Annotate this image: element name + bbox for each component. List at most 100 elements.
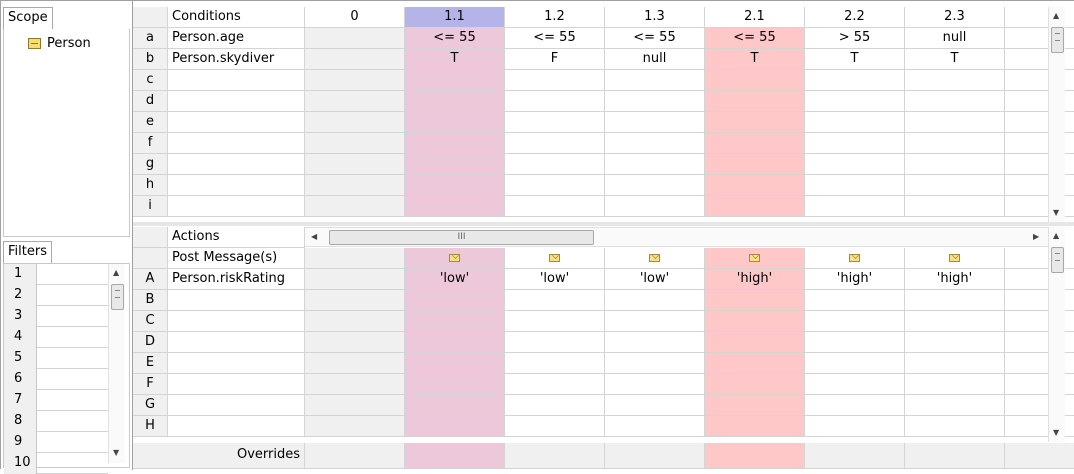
action-cell[interactable] [305, 416, 405, 437]
condition-label[interactable]: Person.skydiver [168, 49, 305, 70]
action-cell[interactable] [505, 311, 605, 332]
condition-cell[interactable] [405, 154, 505, 175]
condition-cell[interactable] [505, 70, 605, 91]
action-cell[interactable] [705, 311, 805, 332]
scroll-thumb[interactable] [1051, 247, 1064, 273]
column-header[interactable]: 1.3 [605, 7, 705, 28]
condition-cell[interactable] [805, 133, 905, 154]
condition-cell[interactable] [405, 70, 505, 91]
condition-cell[interactable] [505, 196, 605, 217]
action-cell[interactable] [605, 311, 705, 332]
condition-cell[interactable]: null [905, 28, 1005, 49]
action-label[interactable] [168, 416, 305, 437]
condition-cell[interactable] [305, 28, 405, 49]
action-cell[interactable] [905, 290, 1005, 311]
condition-cell[interactable] [305, 196, 405, 217]
condition-cell[interactable]: T [705, 49, 805, 70]
action-cell[interactable] [605, 416, 705, 437]
pane-divider[interactable] [133, 222, 1074, 226]
action-cell[interactable] [305, 395, 405, 416]
action-cell[interactable] [405, 395, 505, 416]
action-cell[interactable]: 'low' [405, 269, 505, 290]
condition-cell[interactable] [605, 175, 705, 196]
condition-cell[interactable]: null [605, 49, 705, 70]
column-header[interactable]: 0 [305, 7, 405, 28]
action-cell[interactable] [605, 332, 705, 353]
condition-cell[interactable] [605, 112, 705, 133]
action-cell[interactable] [705, 290, 805, 311]
filter-row[interactable]: 5 [4, 348, 108, 369]
action-cell[interactable] [605, 353, 705, 374]
filter-row[interactable]: 2 [4, 285, 108, 306]
condition-cell[interactable] [405, 196, 505, 217]
condition-cell[interactable] [805, 175, 905, 196]
override-cell[interactable] [805, 443, 905, 469]
action-cell[interactable] [605, 290, 705, 311]
condition-cell[interactable] [605, 196, 705, 217]
action-cell[interactable] [705, 374, 805, 395]
action-cell[interactable] [405, 374, 505, 395]
action-cell[interactable] [405, 332, 505, 353]
condition-cell[interactable] [705, 175, 805, 196]
action-cell[interactable] [405, 290, 505, 311]
action-cell[interactable] [505, 416, 605, 437]
condition-cell[interactable]: <= 55 [405, 28, 505, 49]
column-header[interactable]: 1.1 [405, 7, 505, 28]
condition-cell[interactable] [305, 175, 405, 196]
override-cell[interactable] [505, 443, 605, 469]
action-label[interactable] [168, 374, 305, 395]
condition-cell[interactable] [405, 175, 505, 196]
condition-cell[interactable] [905, 112, 1005, 133]
tab-scope[interactable]: Scope [3, 7, 53, 29]
scroll-down-icon[interactable]: ▼ [113, 448, 119, 457]
scroll-up-icon[interactable]: ▲ [113, 268, 119, 277]
action-cell[interactable] [305, 290, 405, 311]
action-cell[interactable] [605, 395, 705, 416]
action-cell[interactable]: 'high' [705, 269, 805, 290]
scroll-thumb[interactable]: III [329, 230, 594, 245]
override-cell[interactable] [905, 443, 1005, 469]
condition-cell[interactable] [405, 112, 505, 133]
action-label[interactable] [168, 311, 305, 332]
action-cell[interactable]: 'high' [805, 269, 905, 290]
action-cell[interactable] [505, 374, 605, 395]
action-cell[interactable] [605, 374, 705, 395]
action-cell[interactable] [505, 290, 605, 311]
filter-row[interactable]: 7 [4, 390, 108, 411]
condition-label[interactable] [168, 196, 305, 217]
action-cell[interactable] [405, 311, 505, 332]
filter-row[interactable]: 6 [4, 369, 108, 390]
column-header[interactable]: 2.2 [805, 7, 905, 28]
scroll-down-icon[interactable]: ▼ [1053, 428, 1059, 437]
column-header[interactable]: 1.2 [505, 7, 605, 28]
action-cell[interactable] [405, 416, 505, 437]
filter-row[interactable]: 8 [4, 411, 108, 432]
post-message-cell[interactable] [305, 248, 405, 269]
action-cell[interactable] [505, 332, 605, 353]
action-cell[interactable] [305, 269, 405, 290]
action-cell[interactable] [805, 416, 905, 437]
scroll-up-icon[interactable]: ▲ [1053, 231, 1059, 240]
action-cell[interactable] [905, 416, 1005, 437]
condition-cell[interactable] [905, 70, 1005, 91]
condition-cell[interactable] [905, 196, 1005, 217]
condition-cell[interactable]: T [905, 49, 1005, 70]
action-cell[interactable]: 'high' [905, 269, 1005, 290]
condition-cell[interactable] [705, 133, 805, 154]
action-cell[interactable] [305, 332, 405, 353]
condition-cell[interactable]: <= 55 [605, 28, 705, 49]
condition-cell[interactable] [305, 112, 405, 133]
condition-cell[interactable] [705, 70, 805, 91]
condition-cell[interactable] [305, 154, 405, 175]
action-cell[interactable] [905, 395, 1005, 416]
action-label[interactable] [168, 290, 305, 311]
condition-label[interactable] [168, 112, 305, 133]
condition-cell[interactable] [805, 70, 905, 91]
scroll-thumb[interactable] [1051, 27, 1064, 53]
column-header[interactable]: 2.1 [705, 7, 805, 28]
condition-cell[interactable] [705, 91, 805, 112]
condition-cell[interactable]: <= 55 [505, 28, 605, 49]
condition-cell[interactable] [905, 154, 1005, 175]
override-cell[interactable] [1005, 443, 1074, 469]
scroll-left-icon[interactable]: ◀ [311, 232, 317, 241]
